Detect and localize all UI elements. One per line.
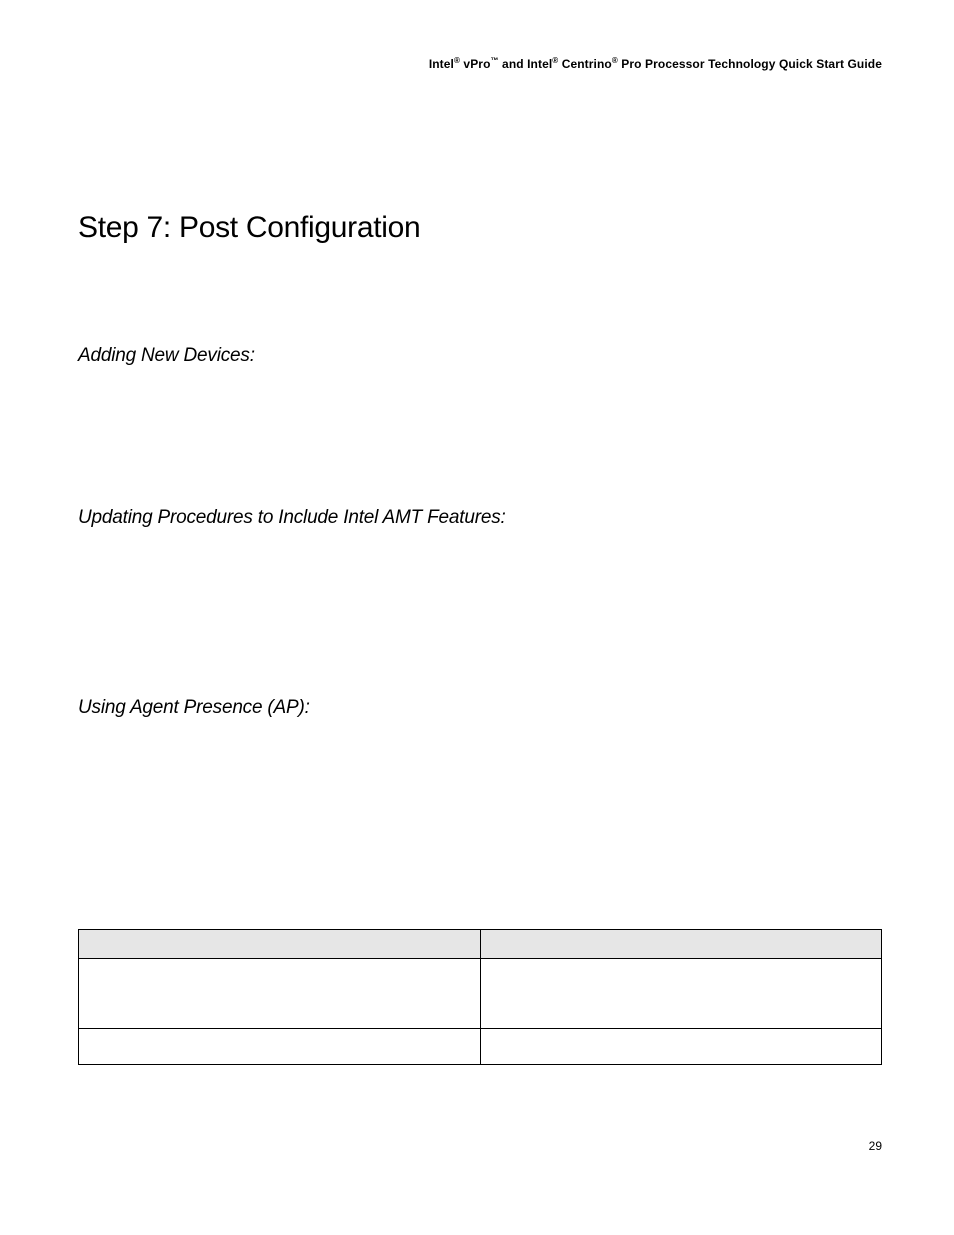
hdr-brand2: Centrino <box>558 57 612 71</box>
table-row <box>79 959 882 1029</box>
cell-r2c2 <box>480 1029 882 1065</box>
table-header-row <box>79 930 882 959</box>
hdr-brand1: vPro <box>460 57 491 71</box>
page-number: 29 <box>869 1139 882 1153</box>
hdr-tm: ™ <box>491 56 499 65</box>
page-title: Step 7: Post Configuration <box>78 211 882 245</box>
cell-r1c2 <box>480 959 882 1029</box>
th-col-1 <box>79 930 481 959</box>
section-heading-2: Updating Procedures to Include Intel AMT… <box>78 507 882 529</box>
hdr-mid: and Intel <box>499 57 553 71</box>
hdr-prefix1: Intel <box>429 57 454 71</box>
section-heading-1: Adding New Devices: <box>78 345 882 367</box>
data-table <box>78 929 882 1065</box>
cell-r1c1 <box>79 959 481 1029</box>
table-row <box>79 1029 882 1065</box>
hdr-suffix: Pro Processor Technology Quick Start Gui… <box>618 57 882 71</box>
cell-r2c1 <box>79 1029 481 1065</box>
running-header: Intel® vPro™ and Intel® Centrino® Pro Pr… <box>78 56 882 71</box>
section-heading-3: Using Agent Presence (AP): <box>78 697 882 719</box>
th-col-2 <box>480 930 882 959</box>
